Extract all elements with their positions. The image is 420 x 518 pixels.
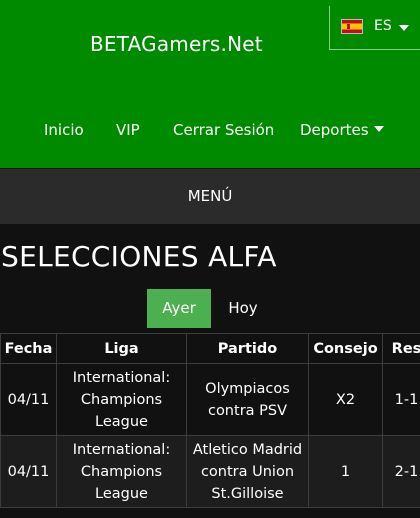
cell-fecha: 04/11 [0,435,57,508]
column-header-partido: Partido [186,333,309,364]
menu-label: MENÚ [187,187,233,205]
cell-fecha: 04/11 [0,363,57,436]
column-header-liga: Liga [56,333,187,364]
nav-deportes-label: Deportes [300,121,369,139]
table-header-row: Fecha Liga Partido Consejo Res [0,333,420,364]
language-code: ES [374,18,392,34]
table-row: 04/11 International: Champions League At… [0,435,420,508]
chevron-down-icon [399,25,409,31]
menu-bar[interactable]: MENÚ [0,169,420,224]
cell-partido: Olympiacos contra PSV [186,363,309,436]
nav-inicio[interactable]: Inicio [44,121,84,139]
cell-liga: International: Champions League [56,363,187,436]
cell-res: 2-1 [382,435,420,508]
nav-deportes[interactable]: Deportes [300,121,384,139]
page-title: SELECCIONES ALFA [1,240,277,273]
caret-down-icon [373,126,384,132]
picks-table-container: Fecha Liga Partido Consejo Res 04/11 Int… [0,333,420,518]
column-header-res: Res [382,333,420,364]
tab-hoy[interactable]: Hoy [218,289,268,328]
language-selector[interactable]: ES [329,6,420,50]
cell-partido: Atletico Madrid contra Union St.Gilloise [186,435,309,508]
site-header: BETAGamers.Net ES Inicio VIP Cerrar Sesi… [0,0,420,168]
cell-consejo: 1 [308,435,383,508]
tab-ayer[interactable]: Ayer [147,289,211,328]
spain-flag-icon [341,19,363,34]
column-header-fecha: Fecha [0,333,57,364]
table-row: 04/11 International: Champions League Ol… [0,363,420,436]
cell-consejo: X2 [308,363,383,436]
picks-table: Fecha Liga Partido Consejo Res 04/11 Int… [0,333,420,508]
nav-vip[interactable]: VIP [116,121,140,139]
nav-cerrar-sesion[interactable]: Cerrar Sesión [173,121,274,139]
cell-liga: International: Champions League [56,435,187,508]
column-header-consejo: Consejo [308,333,383,364]
site-brand[interactable]: BETAGamers.Net [90,32,263,56]
cell-res: 1-1 [382,363,420,436]
